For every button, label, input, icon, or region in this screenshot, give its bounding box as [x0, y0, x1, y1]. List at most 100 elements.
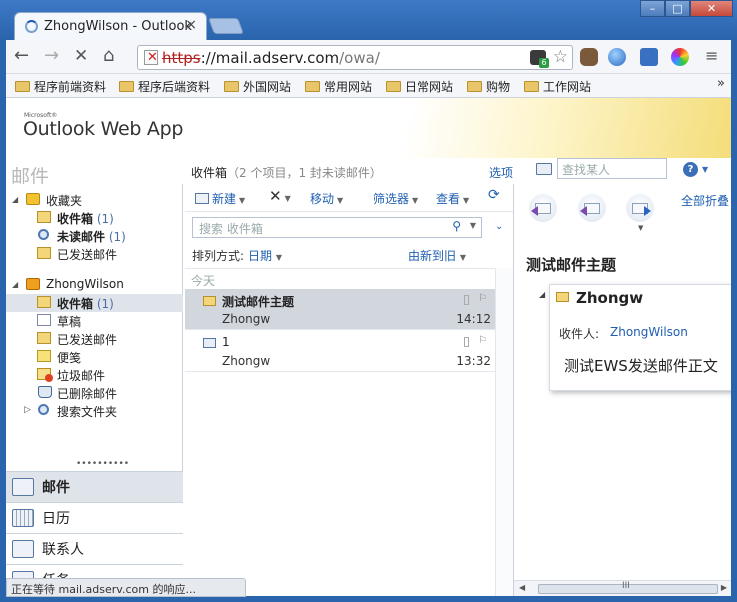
address-book-icon[interactable] — [536, 162, 552, 175]
account-group[interactable]: ◢ ZhongWilson — [6, 276, 183, 294]
horizontal-scrollbar[interactable]: ◀ III ▶ — [514, 580, 731, 596]
inbox-icon — [37, 211, 51, 223]
folder-label: 便笺 — [57, 351, 82, 365]
new-tab-button[interactable] — [208, 18, 244, 34]
scroll-right-icon[interactable]: ▶ — [721, 583, 727, 592]
help-icon[interactable]: ? — [683, 162, 698, 177]
folder-notes[interactable]: 便笺 — [6, 348, 183, 366]
message-sender: Zhongw — [222, 354, 271, 368]
message-time: 14:12 — [456, 312, 491, 326]
collapse-arrow-icon[interactable]: ◢ — [539, 290, 545, 299]
stop-loading-icon[interactable]: ✕ — [74, 47, 88, 65]
sort-by-dropdown[interactable]: 日期 ▼ — [248, 249, 282, 263]
insecure-lock-icon[interactable]: ✕ — [144, 50, 158, 65]
folder-junk[interactable]: 垃圾邮件 — [6, 366, 183, 384]
pane-resize-handle[interactable]: •••••••••• — [76, 459, 129, 469]
forward-arrow-icon[interactable]: → — [44, 47, 59, 65]
extension-badge-icon[interactable]: 6 — [530, 50, 549, 68]
chevron-down-icon[interactable]: ▼ — [638, 224, 643, 232]
new-message-button[interactable]: 新建 ▼ — [195, 190, 245, 207]
color-extension-icon[interactable] — [671, 48, 689, 66]
bug-extension-icon[interactable] — [580, 48, 598, 66]
flag-icon[interactable]: ⚐ — [478, 293, 487, 304]
bookmark-folder[interactable]: 程序后端资料 — [119, 78, 210, 95]
module-mail-button[interactable]: 邮件 — [6, 471, 183, 502]
expand-arrow-icon[interactable]: ◢ — [12, 280, 18, 289]
menu-icon[interactable]: ≡ — [705, 47, 718, 65]
favorites-item-inbox[interactable]: 收件箱 (1) — [6, 209, 183, 227]
scroll-left-icon[interactable]: ◀ — [519, 583, 525, 592]
category-icon[interactable] — [464, 337, 469, 347]
bookmark-label: 常用网站 — [324, 80, 373, 94]
find-someone-input[interactable]: 查找某人 — [557, 158, 667, 179]
collect-extension-icon[interactable] — [640, 48, 658, 66]
favorites-group[interactable]: ◢ 收藏夹 — [6, 191, 183, 209]
url-host: ://mail.adserv.com — [200, 49, 340, 67]
sort-order-dropdown[interactable]: 由新到旧 ▼ — [408, 247, 466, 264]
bookmark-folder[interactable]: 常用网站 — [305, 78, 372, 95]
favorites-item-unread[interactable]: 未读邮件 (1) — [6, 227, 183, 245]
message-row[interactable]: 测试邮件主题 ⚐ Zhongw 14:12 — [185, 289, 495, 330]
help-menu[interactable]: ? ▼ — [683, 162, 708, 177]
bookmark-folder[interactable]: 日常网站 — [386, 78, 453, 95]
refresh-icon[interactable]: ⟳ — [488, 187, 500, 203]
bookmark-star-icon[interactable]: ☆ — [553, 47, 568, 67]
address-bar[interactable]: ✕ https://mail.adserv.com/owa/ 6 ☆ — [137, 45, 573, 70]
home-icon[interactable]: ⌂ — [103, 47, 114, 65]
folder-deleted[interactable]: 已删除邮件 — [6, 384, 183, 402]
expand-arrow-icon[interactable]: ▷ — [24, 405, 31, 415]
bookmark-folder[interactable]: 工作网站 — [524, 78, 591, 95]
globe-extension-icon[interactable] — [608, 48, 626, 66]
tab-close-button[interactable]: × — [185, 17, 197, 33]
folder-search[interactable]: ▷ 搜索文件夹 — [6, 402, 183, 420]
delete-button[interactable]: ✕ ▼ — [269, 187, 291, 205]
folder-inbox[interactable]: 收件箱 (1) — [6, 294, 183, 312]
forward-arrow-icon — [644, 206, 651, 216]
expand-arrow-icon[interactable]: ◢ — [12, 195, 18, 204]
folder-label: 搜索文件夹 — [57, 405, 118, 419]
unread-count: (1) — [96, 297, 114, 311]
window-close-button[interactable]: ✕ — [690, 0, 733, 17]
message-time: 13:32 — [456, 354, 491, 368]
options-link[interactable]: 选项 — [489, 164, 513, 181]
view-button[interactable]: 查看 ▼ — [436, 190, 469, 207]
forward-button[interactable] — [626, 194, 654, 222]
reply-all-button[interactable] — [578, 194, 606, 222]
filter-button[interactable]: 筛选器 ▼ — [373, 190, 418, 207]
browser-tab[interactable]: ZhongWilson - Outlook × — [14, 12, 207, 40]
module-contacts-button[interactable]: 联系人 — [6, 533, 183, 564]
folder-icon — [15, 81, 30, 92]
sender-name[interactable]: Zhongw — [576, 289, 643, 307]
reply-button[interactable] — [529, 194, 557, 222]
bookmark-folder[interactable]: 购物 — [467, 78, 510, 95]
inbox-search-input[interactable]: 搜索 收件箱 ⚲ ▼ — [192, 217, 482, 238]
move-button[interactable]: 移动 ▼ — [310, 190, 343, 207]
message-row[interactable]: 1 ⚐ Zhongw 13:32 — [185, 331, 495, 372]
module-calendar-button[interactable]: 日历 — [6, 502, 183, 533]
bookmarks-overflow-button[interactable]: » — [717, 76, 725, 91]
minimize-button[interactable]: – — [640, 0, 665, 17]
bookmark-folder[interactable]: 程序前端资料 — [15, 78, 106, 95]
folder-pane: ◢ 收藏夹 收件箱 (1) 未读邮件 (1) 已发送邮件 ◢ ZhongWils… — [6, 184, 183, 596]
back-arrow-icon[interactable]: ← — [14, 47, 29, 65]
folder-sent[interactable]: 已发送邮件 — [6, 330, 183, 348]
search-placeholder: 搜索 收件箱 — [199, 222, 263, 236]
search-icon[interactable]: ⚲ — [452, 219, 461, 233]
folder-label: 收件箱 — [57, 212, 94, 226]
conversation-item[interactable]: Zhongw 收件人: ZhongWilson 测试EWS发送邮件正文 — [549, 284, 731, 391]
reply-all-arrow-icon — [580, 206, 587, 216]
category-icon[interactable] — [464, 295, 469, 305]
chevron-down-icon[interactable]: ▼ — [470, 221, 476, 230]
maximize-button[interactable]: □ — [665, 0, 690, 17]
folder-label: 未读邮件 — [57, 230, 106, 244]
bookmark-folder[interactable]: 外国网站 — [224, 78, 291, 95]
expand-search-icon[interactable]: ⌄ — [495, 221, 503, 232]
favorites-item-sent[interactable]: 已发送邮件 — [6, 245, 183, 263]
account-label: ZhongWilson — [46, 277, 124, 291]
folder-drafts[interactable]: 草稿 — [6, 312, 183, 330]
flag-icon[interactable]: ⚐ — [478, 335, 487, 346]
list-scrollbar[interactable] — [495, 268, 513, 596]
reading-subject: 测试邮件主题 — [526, 256, 617, 274]
collapse-all-link[interactable]: 全部折叠 — [681, 192, 729, 209]
recipient-link[interactable]: ZhongWilson — [610, 325, 688, 339]
